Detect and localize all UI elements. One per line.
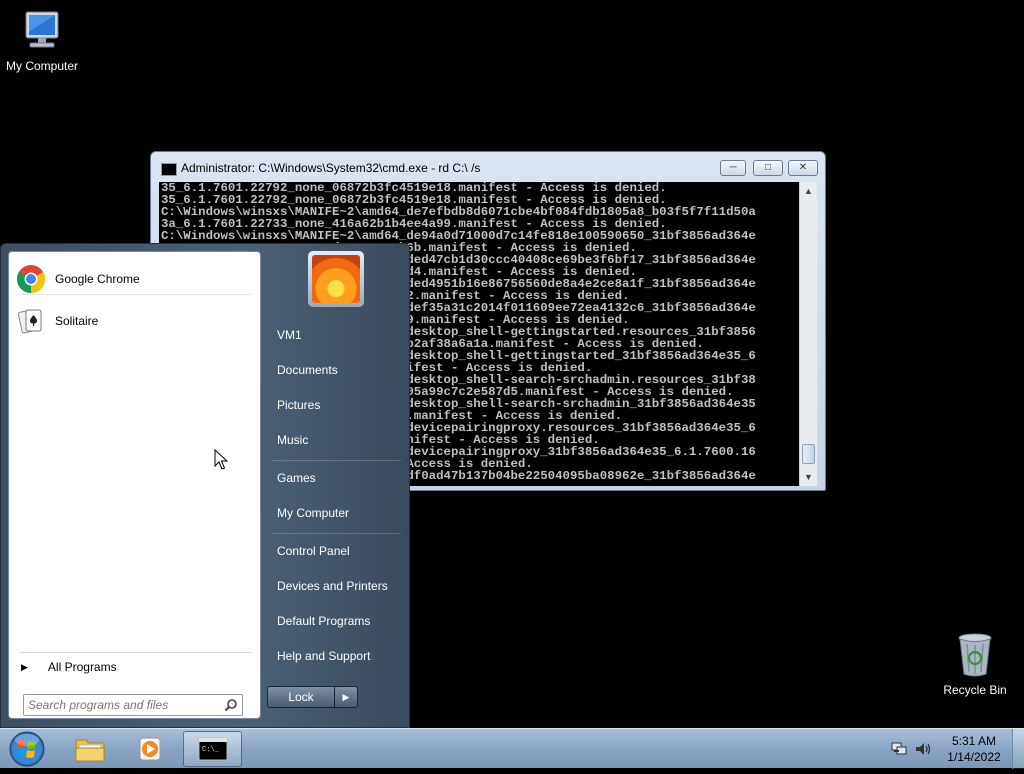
network-icon[interactable]	[890, 740, 908, 758]
scroll-thumb[interactable]	[802, 444, 815, 464]
maximize-button[interactable]: □	[753, 160, 783, 176]
start-item-label: Help and Support	[277, 649, 371, 663]
chrome-icon	[15, 263, 47, 295]
desktop-icon-recycle-bin[interactable]: Recycle Bin	[933, 630, 1017, 697]
start-item-label: Documents	[277, 363, 338, 377]
pinned-item-label: Google Chrome	[55, 272, 140, 286]
taskbar: C:\_ 5:31 AM 1/14/2022	[0, 728, 1024, 769]
start-item-my-computer[interactable]: My Computer	[269, 498, 407, 528]
flower-avatar-icon	[312, 255, 360, 303]
desktop-icon-label: Recycle Bin	[943, 683, 1007, 697]
start-item-label: VM1	[277, 328, 302, 342]
close-button[interactable]: ✕	[788, 160, 818, 176]
start-item-label: Control Panel	[277, 544, 350, 558]
start-menu: Google Chrome Solitaire ▶ All Programs S…	[0, 243, 410, 728]
mouse-cursor-icon	[214, 449, 228, 470]
windows-orb-icon	[9, 731, 45, 767]
start-item-pictures[interactable]: Pictures	[269, 390, 407, 420]
start-menu-divider	[271, 533, 401, 534]
folder-icon	[75, 739, 105, 762]
pinned-divider	[19, 294, 251, 295]
start-menu-programs-pane: Google Chrome Solitaire ▶ All Programs	[8, 251, 261, 719]
all-programs-divider	[19, 652, 251, 653]
start-item-devices-and-printers[interactable]: Devices and Printers	[269, 571, 407, 601]
pinned-item-google-chrome[interactable]: Google Chrome	[13, 260, 253, 298]
start-item-label: Pictures	[277, 398, 321, 412]
chevron-right-icon: ▶	[21, 661, 28, 672]
start-menu-divider	[271, 460, 401, 461]
pinned-item-label: Solitaire	[55, 314, 99, 328]
start-item-default-programs[interactable]: Default Programs	[269, 606, 407, 636]
start-item-label: Games	[277, 471, 316, 485]
start-item-help-and-support[interactable]: Help and Support	[269, 641, 407, 671]
start-search-box[interactable]	[23, 694, 243, 716]
taskbar-cmd-button[interactable]: C:\_	[183, 731, 242, 767]
search-input[interactable]	[28, 697, 213, 713]
start-item-vm1[interactable]: VM1	[269, 320, 407, 350]
start-item-documents[interactable]: Documents	[269, 355, 407, 385]
start-item-games[interactable]: Games	[269, 463, 407, 493]
desktop-icon-label: My Computer	[5, 59, 79, 73]
pinned-item-solitaire[interactable]: Solitaire	[13, 302, 253, 340]
search-icon[interactable]	[224, 698, 238, 712]
scroll-up-arrow-icon[interactable]: ▲	[801, 183, 816, 199]
start-item-label: Devices and Printers	[277, 579, 388, 593]
all-programs-label: All Programs	[47, 660, 117, 674]
lock-button[interactable]: Lock	[267, 686, 335, 708]
clock-time: 5:31 AM	[951, 734, 997, 748]
taskbar-explorer-button[interactable]	[62, 731, 118, 767]
start-item-control-panel[interactable]: Control Panel	[269, 536, 407, 566]
clock-date: 1/14/2022	[947, 750, 1001, 764]
start-item-label: My Computer	[277, 506, 350, 520]
show-desktop-button[interactable]	[1012, 729, 1024, 769]
start-item-label: Default Programs	[277, 614, 371, 628]
scroll-down-arrow-icon[interactable]: ▼	[801, 469, 816, 485]
svg-text:C:\_: C:\_	[202, 746, 220, 754]
user-picture[interactable]	[308, 251, 364, 307]
window-title: Administrator: C:\Windows\System32\cmd.e…	[181, 161, 481, 175]
start-button[interactable]	[6, 729, 48, 769]
system-tray	[888, 739, 938, 759]
computer-icon	[25, 11, 59, 48]
solitaire-icon	[15, 305, 47, 337]
cmd-icon: C:\_	[198, 737, 227, 761]
shutdown-options-arrow-icon[interactable]: ▶	[334, 686, 358, 708]
cmd-app-icon	[161, 163, 177, 176]
media-player-icon	[139, 737, 161, 761]
start-item-music[interactable]: Music	[269, 425, 407, 455]
minimize-button[interactable]: ─	[720, 160, 746, 176]
vertical-scrollbar[interactable]: ▲ ▼	[799, 182, 817, 486]
start-item-label: Music	[277, 433, 309, 447]
taskbar-clock[interactable]: 5:31 AM 1/14/2022	[940, 733, 1008, 765]
volume-icon[interactable]	[914, 740, 932, 758]
recycle-bin-icon	[958, 633, 992, 677]
taskbar-media-player-button[interactable]	[122, 731, 178, 767]
desktop-icon-my-computer[interactable]: My Computer	[0, 8, 84, 73]
all-programs-button[interactable]: ▶ All Programs	[19, 657, 249, 677]
